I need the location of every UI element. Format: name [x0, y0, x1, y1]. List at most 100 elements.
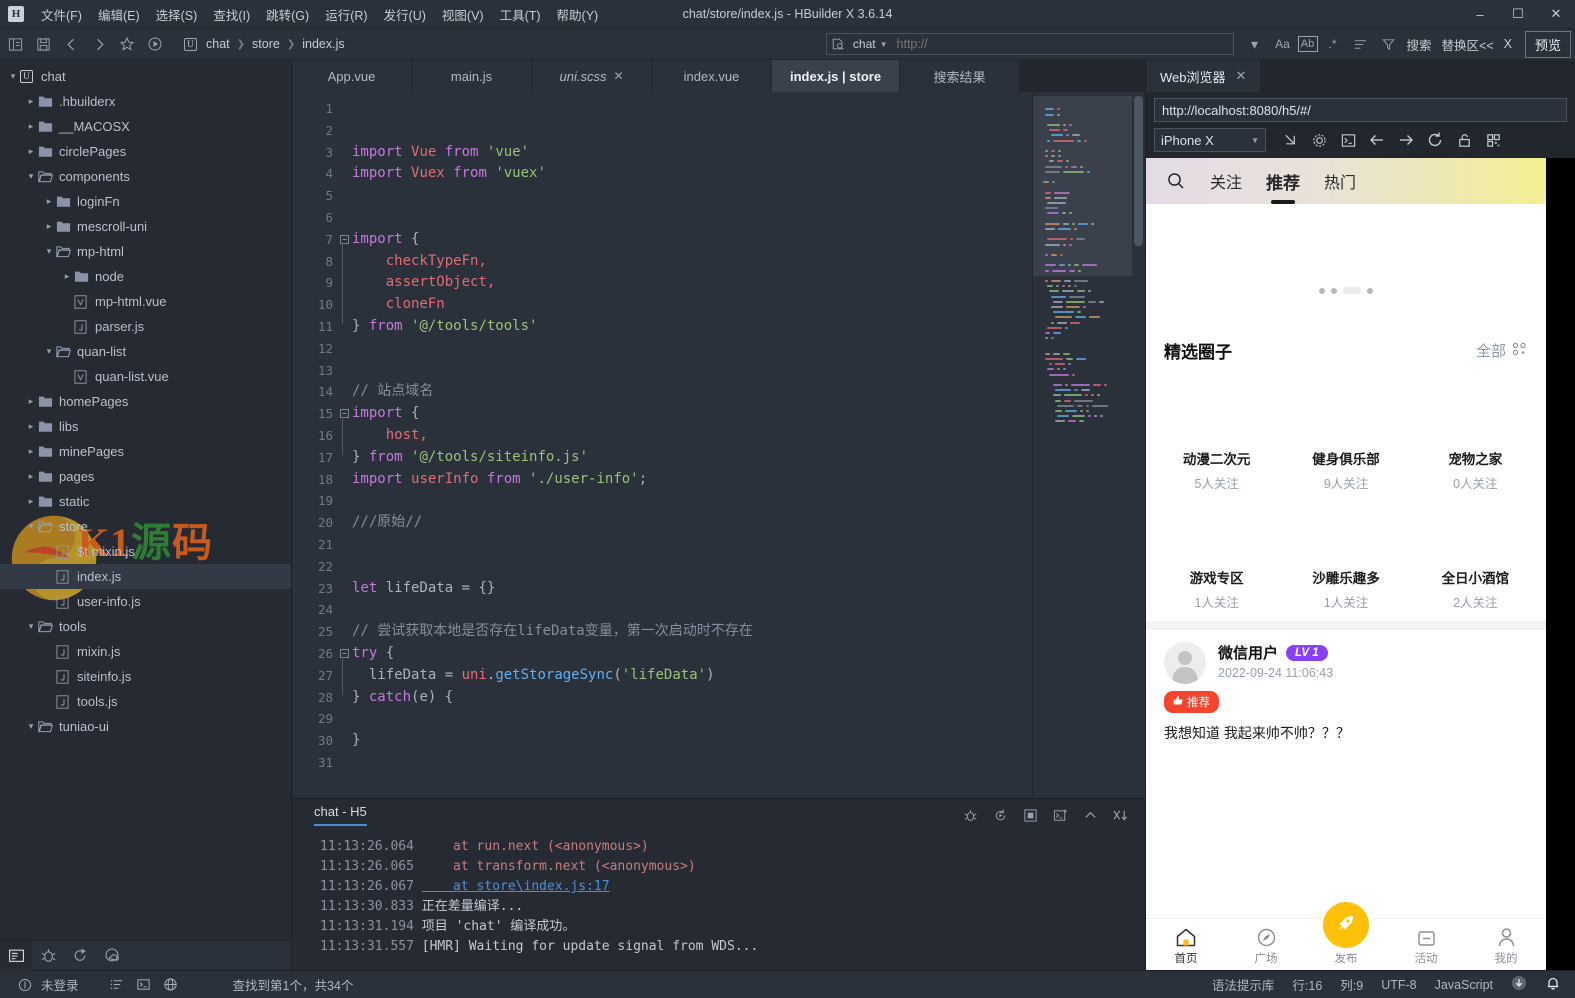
- tree-item-quan-list[interactable]: ▾ quan-list: [0, 339, 291, 364]
- circle-card[interactable]: 游戏专区 1人关注: [1152, 500, 1281, 611]
- breadcrumb-item-2[interactable]: index.js: [299, 36, 347, 52]
- console-tab-chat-h5[interactable]: chat - H5: [314, 804, 367, 826]
- code-content[interactable]: import Vue from 'vue' import Vuex from 'v…: [338, 92, 1032, 798]
- editor-tab-1[interactable]: main.js: [412, 60, 532, 92]
- terminal-icon[interactable]: [133, 977, 155, 992]
- list-icon[interactable]: [1348, 31, 1374, 57]
- tree-item-libs[interactable]: ▸ libs: [0, 414, 291, 439]
- carousel-dot[interactable]: [1331, 287, 1337, 294]
- section-more-link[interactable]: 全部: [1476, 340, 1528, 361]
- tree-item-homepages[interactable]: ▸ homePages: [0, 389, 291, 414]
- tree-item-parser.js[interactable]: parser.js: [0, 314, 291, 339]
- regex-icon[interactable]: .*: [1320, 31, 1346, 57]
- tree-item-mp-html.vue[interactable]: mp-html.vue: [0, 289, 291, 314]
- find-scope-label[interactable]: chat: [849, 37, 880, 51]
- qrcode-icon[interactable]: [1480, 128, 1506, 152]
- tree-item-tools[interactable]: ▾ tools: [0, 614, 291, 639]
- code-editor[interactable]: 1 2 3 4 5 6 7−8 9 10 11 12 13 14 15−16 17 18 19 20 21 22 23 2…: [292, 92, 1145, 798]
- chevron-right-icon[interactable]: ▸: [24, 496, 38, 507]
- tree-item-circlepages[interactable]: ▸ circlePages: [0, 139, 291, 164]
- login-status[interactable]: 未登录: [41, 975, 79, 994]
- close-find-button[interactable]: X: [1499, 35, 1517, 53]
- reload-icon[interactable]: [1422, 128, 1448, 152]
- tree-item-index.js[interactable]: index.js: [0, 564, 291, 589]
- tree-item-tools.js[interactable]: tools.js: [0, 689, 291, 714]
- chevron-down-icon[interactable]: ▾: [42, 346, 56, 357]
- tree-item-quan-list.vue[interactable]: quan-list.vue: [0, 364, 291, 389]
- tree-item-user-info.js[interactable]: user-info.js: [0, 589, 291, 614]
- cursor-col[interactable]: 列:9: [1340, 975, 1363, 994]
- tree-item-mixin.js[interactable]: mixin.js: [0, 639, 291, 664]
- close-icon[interactable]: ✕: [613, 69, 623, 83]
- preview-viewport[interactable]: 关注 推荐 热门 精选圈子 全部 动漫二次元 5人关注 健身俱乐部 9人关注 宠…: [1146, 158, 1546, 970]
- whole-word-icon[interactable]: Ab: [1297, 36, 1318, 52]
- cursor-row[interactable]: 行:16: [1292, 975, 1322, 994]
- preview-tab-plaza[interactable]: 广场: [1237, 926, 1295, 966]
- syntax-library-label[interactable]: 语法提示库: [1212, 975, 1275, 994]
- chevron-down-icon[interactable]: ▾: [24, 621, 38, 632]
- menu-item-3[interactable]: 查找(I): [205, 2, 258, 27]
- tree-item--t.mixin.js[interactable]: $t.mixin.js: [0, 539, 291, 564]
- globe-icon[interactable]: [160, 977, 182, 992]
- browser-url-input[interactable]: [1162, 102, 1559, 118]
- outline-icon[interactable]: [106, 977, 128, 992]
- match-case-icon[interactable]: Aa: [1270, 31, 1296, 57]
- tree-item---macosx[interactable]: ▸ __MACOSX: [0, 114, 291, 139]
- breadcrumb-item-0[interactable]: chat: [203, 36, 233, 52]
- minimize-button[interactable]: –: [1461, 0, 1499, 29]
- chevron-down-icon[interactable]: ▾: [24, 721, 38, 732]
- preview-tab-mine[interactable]: 我的: [1477, 926, 1535, 966]
- device-selector[interactable]: iPhone X ▼: [1154, 128, 1266, 152]
- sidebar-tab-project-manager[interactable]: [0, 940, 32, 971]
- chevron-right-icon[interactable]: ▸: [24, 471, 38, 482]
- tree-item-store[interactable]: ▾ store: [0, 514, 291, 539]
- download-icon[interactable]: [1511, 975, 1527, 994]
- chevron-down-icon[interactable]: ▾: [42, 246, 56, 257]
- preview-nav-tab-hot[interactable]: 热门: [1324, 169, 1356, 193]
- open-external-icon[interactable]: [1277, 128, 1303, 152]
- publish-fab-button[interactable]: [1323, 902, 1369, 948]
- editor-tab-0[interactable]: App.vue: [292, 60, 412, 92]
- favorite-star-icon[interactable]: [114, 31, 140, 57]
- find-scope-icon[interactable]: [827, 37, 849, 51]
- chevron-down-icon[interactable]: ▼: [880, 40, 893, 49]
- tree-item-siteinfo.js[interactable]: siteinfo.js: [0, 664, 291, 689]
- menu-item-2[interactable]: 选择(S): [148, 2, 206, 27]
- chevron-right-icon[interactable]: ▸: [24, 146, 38, 157]
- forward-arrow-icon[interactable]: [1393, 128, 1419, 152]
- chevron-down-icon[interactable]: ▾: [6, 71, 20, 82]
- toggle-sidebar-icon[interactable]: [2, 31, 28, 57]
- circle-card[interactable]: 宠物之家 0人关注: [1411, 381, 1540, 492]
- code-minimap[interactable]: [1032, 92, 1132, 798]
- editor-tab-2[interactable]: uni.scss ✕: [532, 60, 652, 92]
- tree-item-pages[interactable]: ▸ pages: [0, 464, 291, 489]
- tree-item-tuniao-ui[interactable]: ▾ tuniao-ui: [0, 714, 291, 739]
- chevron-right-icon[interactable]: ▸: [24, 96, 38, 107]
- menu-item-5[interactable]: 运行(R): [317, 2, 375, 27]
- stop-icon[interactable]: [1017, 803, 1043, 827]
- sidebar-tab-run[interactable]: [64, 941, 96, 971]
- chevron-right-icon[interactable]: ▸: [24, 121, 38, 132]
- browser-url-bar[interactable]: [1154, 98, 1567, 122]
- menu-item-6[interactable]: 发行(U): [376, 2, 434, 27]
- editor-tab-3[interactable]: index.vue: [652, 60, 772, 92]
- save-icon[interactable]: [30, 31, 56, 57]
- restart-icon[interactable]: [987, 803, 1013, 827]
- preview-carousel[interactable]: [1146, 204, 1546, 332]
- settings-gear-icon[interactable]: [1306, 128, 1332, 152]
- find-input[interactable]: [892, 37, 1233, 51]
- collapse-panel-icon[interactable]: [1077, 803, 1103, 827]
- tree-item-mescroll-uni[interactable]: ▸ mescroll-uni: [0, 214, 291, 239]
- replace-toggle-button[interactable]: 替换区<<: [1437, 33, 1499, 56]
- search-icon[interactable]: [1166, 171, 1186, 191]
- tree-item-chat[interactable]: ▾ Uchat: [0, 64, 291, 89]
- maximize-button[interactable]: ☐: [1499, 0, 1537, 29]
- new-terminal-icon[interactable]: [1047, 803, 1073, 827]
- circle-card[interactable]: 健身俱乐部 9人关注: [1281, 381, 1410, 492]
- preview-nav-tab-follow[interactable]: 关注: [1210, 169, 1242, 193]
- chevron-down-icon[interactable]: ▾: [24, 521, 38, 532]
- breadcrumb-item-1[interactable]: store: [249, 36, 283, 52]
- circle-card[interactable]: 全日小酒馆 2人关注: [1411, 500, 1540, 611]
- chevron-right-icon[interactable]: ▸: [60, 271, 74, 282]
- tree-item-static[interactable]: ▸ static: [0, 489, 291, 514]
